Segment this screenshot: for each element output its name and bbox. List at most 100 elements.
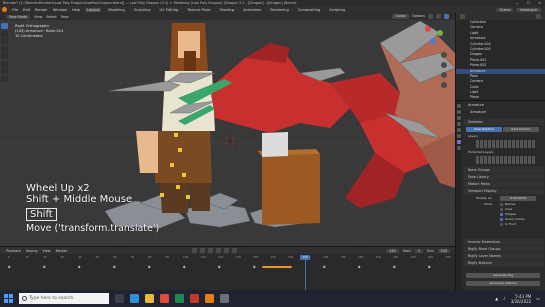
keyframe-marker[interactable] (357, 265, 361, 269)
play-icon[interactable] (216, 248, 222, 253)
workspace-tab-layout[interactable]: Layout (85, 7, 102, 12)
inverse-kinematics-section[interactable]: Inverse Kinematics (464, 239, 544, 245)
workspace-tab-scripting[interactable]: Scripting (327, 8, 347, 12)
object-tab-icon[interactable] (457, 134, 461, 138)
timeline-ruler[interactable]: 0 10 20 30 40 50 60 70 80 90 100 110 120 130 140 150 160… (0, 255, 455, 260)
keyframe-marker[interactable] (322, 265, 326, 269)
names-checkbox-icon[interactable] (500, 202, 503, 206)
keyframe-marker[interactable] (252, 265, 256, 269)
render-tab-icon[interactable] (457, 110, 461, 114)
advanced-options-button[interactable]: Advanced Options (466, 281, 540, 286)
timeline-menu-marker[interactable]: Marker (56, 249, 68, 253)
keyframe-marker[interactable] (217, 265, 221, 269)
taskbar-clock[interactable]: 5:43 PM 3/26/2022 (511, 294, 532, 304)
network-icon[interactable]: ▲ (495, 296, 498, 301)
show-group-colors-checkbox[interactable]: Group Colors (500, 217, 524, 222)
axes-checkbox-icon[interactable] (500, 207, 503, 211)
protected-layers-grid[interactable] (476, 156, 536, 164)
output-tab-icon[interactable] (457, 116, 461, 120)
gizmo-x-axis-icon[interactable] (425, 26, 431, 32)
viewport-menu-select[interactable]: Select (46, 15, 56, 19)
workspace-tab-rendering[interactable]: Rendering (268, 8, 290, 12)
timeline-editor[interactable]: Playback Keying View Marker 143 Start 1 … (0, 246, 455, 290)
rigify-bone-groups-section[interactable]: Rigify Bone Groups (464, 246, 544, 252)
menu-help[interactable]: Help (72, 8, 80, 12)
blender-logo-icon[interactable] (2, 7, 7, 12)
display-as-dropdown[interactable]: Octahedral (500, 196, 536, 201)
show-axes-checkbox[interactable]: Axes (500, 207, 512, 212)
wooden-crate-mesh[interactable] (258, 132, 320, 225)
outliner-panel[interactable]: Collection Camera Light Armature Cylinde… (455, 13, 545, 100)
in-front-checkbox-icon[interactable] (500, 222, 503, 226)
show-shapes-checkbox[interactable]: Shapes (500, 212, 516, 217)
3d-viewport[interactable]: Pose Mode View Select Pose Global Option… (0, 13, 455, 246)
jump-end-icon[interactable] (232, 248, 238, 253)
timeline-menu-playback[interactable]: Playback (6, 249, 21, 253)
layers-grid[interactable] (476, 140, 536, 148)
show-names-checkbox[interactable]: Names (500, 202, 515, 207)
measure-tool-icon[interactable] (1, 75, 8, 82)
menu-window[interactable]: Window (53, 8, 67, 12)
workspace-tab-texture-paint[interactable]: Texture Paint (185, 8, 212, 12)
edge-icon[interactable] (130, 294, 139, 303)
workspace-tab-uv-editing[interactable]: UV Editing (158, 8, 181, 12)
blender-taskbar-icon[interactable] (205, 294, 214, 303)
play-reverse-icon[interactable] (208, 248, 214, 253)
viewport-menu-view[interactable]: View (34, 15, 42, 19)
armature-data-tab-icon[interactable] (457, 140, 461, 144)
viewport-display-section[interactable]: Viewport Display (464, 188, 544, 194)
keyframe-marker[interactable] (77, 265, 81, 269)
move-tool-icon[interactable] (1, 38, 8, 44)
next-key-icon[interactable] (224, 248, 230, 253)
3d-cursor-icon[interactable] (224, 135, 236, 147)
pan-hand-icon[interactable] (441, 62, 447, 68)
workspace-tab-shading[interactable]: Shading (217, 8, 236, 12)
navigation-gizmo[interactable] (419, 22, 451, 102)
view-layer-selector[interactable]: ViewLayer (516, 7, 541, 12)
workspace-tab-compositing[interactable]: Compositing (296, 8, 323, 12)
scene-selector[interactable]: Scene (496, 7, 514, 12)
end-frame-field[interactable]: 250 (437, 248, 450, 253)
shading-solid-icon[interactable] (444, 14, 449, 19)
jump-start-icon[interactable] (192, 248, 198, 253)
timeline-menu-keying[interactable]: Keying (26, 249, 37, 253)
keyframe-row[interactable] (0, 265, 455, 269)
rest-position-button[interactable]: Rest Position (503, 127, 539, 132)
world-tab-icon[interactable] (457, 128, 461, 132)
keyframe-marker[interactable] (182, 265, 186, 269)
menu-file[interactable]: File (12, 8, 18, 12)
cursor-tool-icon[interactable] (1, 30, 8, 37)
mode-selector[interactable]: Pose Mode (6, 14, 31, 19)
chrome-icon[interactable] (160, 294, 169, 303)
generate-rig-button[interactable]: Generate Rig (466, 273, 540, 278)
properties-panel[interactable]: Armature Armature Skeleton Pose Position… (455, 100, 545, 290)
menu-render[interactable]: Render (35, 8, 48, 12)
current-frame-field[interactable]: 143 (386, 248, 399, 253)
viewport-menu-pose[interactable]: Pose (61, 15, 69, 19)
skeleton-section[interactable]: Skeleton (464, 119, 544, 125)
zoom-icon[interactable] (441, 52, 447, 58)
transform-tool-icon[interactable] (1, 60, 8, 67)
workspace-tab-modeling[interactable]: Modeling (106, 8, 126, 12)
settings-icon[interactable] (220, 294, 229, 303)
keyframe-marker[interactable] (42, 265, 46, 269)
workspace-tab-animation[interactable]: Animation (241, 8, 263, 12)
select-tool-icon[interactable] (1, 23, 8, 29)
filter-icon[interactable] (536, 14, 541, 19)
keyframe-marker[interactable] (7, 265, 11, 269)
keyframe-marker[interactable] (427, 265, 431, 269)
pose-position-button[interactable]: Pose Position (466, 127, 502, 132)
rigify-layer-names-section[interactable]: Rigify Layer Names (464, 253, 544, 259)
taskbar-search-input[interactable]: Type here to search (19, 293, 109, 304)
group-colors-checkbox-icon[interactable] (500, 217, 503, 221)
keyframe-marker[interactable] (392, 265, 396, 269)
task-view-icon[interactable] (115, 294, 124, 303)
gizmo-y-axis-icon[interactable] (437, 30, 443, 36)
timeline-menu-view[interactable]: View (43, 249, 51, 253)
keyframe-marker[interactable] (147, 265, 151, 269)
outliner-editor-icon[interactable] (460, 14, 465, 19)
app-icon[interactable] (190, 294, 199, 303)
bone-groups-section[interactable]: Bone Groups (464, 167, 544, 173)
workspace-tab-sculpting[interactable]: Sculpting (132, 8, 153, 12)
bone-tab-icon[interactable] (457, 146, 461, 150)
